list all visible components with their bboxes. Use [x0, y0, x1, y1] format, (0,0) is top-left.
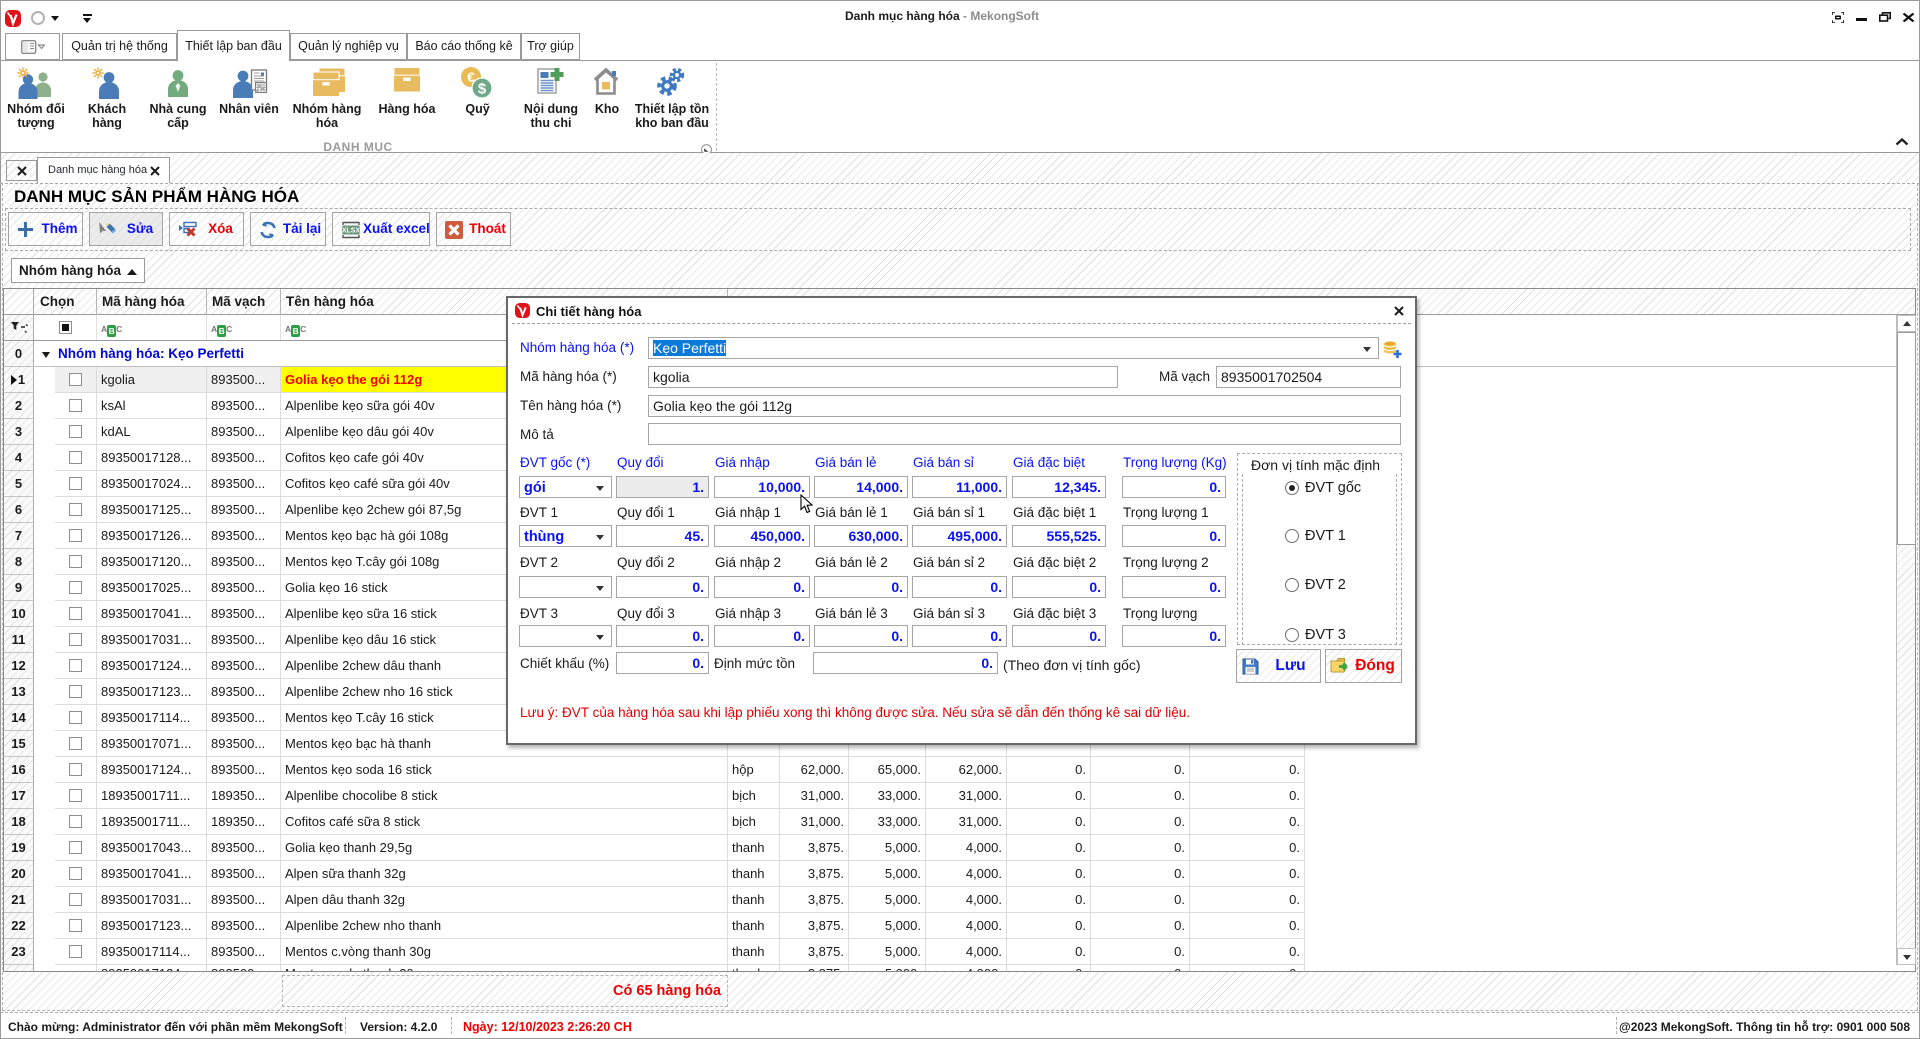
svg-text:$: $: [478, 81, 487, 98]
svg-text:XLSX: XLSX: [342, 228, 361, 235]
